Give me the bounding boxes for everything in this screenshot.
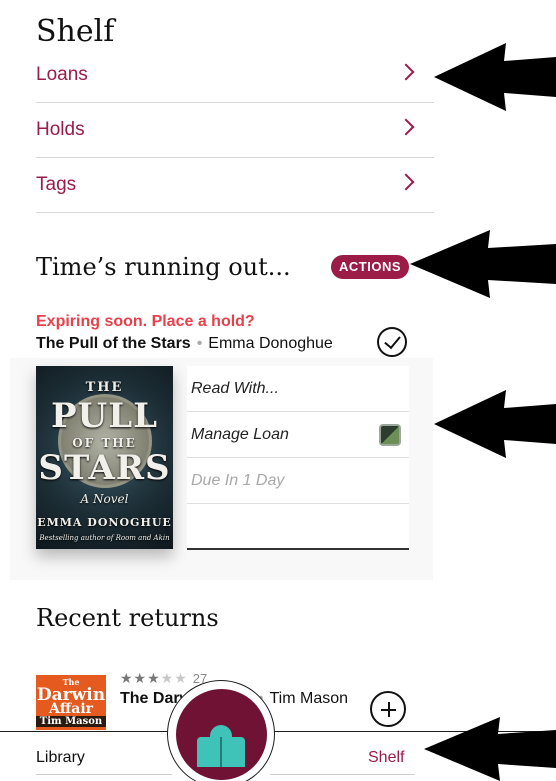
cover-text: Bestselling author of Room and Akin [39, 534, 170, 542]
menu-item-holds[interactable]: Holds [36, 103, 434, 158]
option-label: Manage Loan [191, 426, 289, 443]
chevron-right-icon [397, 173, 415, 191]
arrow-left-icon [434, 43, 556, 111]
book-author: Emma Donoghue [208, 335, 333, 352]
expiring-notice-link[interactable]: Expiring soon. Place a hold? [36, 313, 255, 331]
page-title: Shelf [36, 14, 115, 49]
arrow-left-icon [410, 230, 556, 298]
expiring-book-line: The Pull of the Stars • Emma Donoghue [36, 335, 333, 353]
chevron-right-icon [397, 63, 415, 81]
book-cover-darwin-affair[interactable]: The Darwin Affair Tim Mason [36, 675, 106, 730]
separator-dot: • [196, 335, 203, 352]
cover-text: PULL [50, 396, 159, 436]
manage-loan-option[interactable]: Manage Loan [187, 412, 409, 458]
book-author: Tim Mason [269, 690, 349, 707]
rating-stars: ★★★★★ 27 [120, 670, 207, 687]
cover-text: Affair [48, 701, 94, 717]
menu-item-loans[interactable]: Loans [36, 48, 434, 103]
menu-item-label: Holds [36, 119, 85, 140]
option-label: Read With... [191, 380, 279, 397]
read-with-option[interactable]: Read With... [187, 366, 409, 412]
section-title-expiring: Time’s running out... [36, 253, 291, 281]
book-cover-pull-of-the-stars[interactable]: THE PULL OF THE STARS A Novel EMMA DONOG… [36, 366, 173, 549]
section-title-recent: Recent returns [36, 604, 219, 632]
book-title: The Pull of the Stars [36, 335, 191, 352]
tab-library[interactable]: Library [36, 749, 85, 767]
actions-button[interactable]: ACTIONS [331, 255, 409, 279]
tab-shelf[interactable]: Shelf [368, 749, 404, 767]
arrow-left-icon [434, 390, 556, 458]
cover-text: A Novel [80, 492, 129, 506]
cover-text: THE [85, 380, 124, 395]
tab-underline [36, 774, 172, 775]
loan-status-icon [379, 424, 401, 446]
menu-item-tags[interactable]: Tags [36, 158, 434, 213]
tab-underline [270, 774, 415, 775]
menu-item-label: Tags [36, 174, 77, 195]
menu-item-label: Loans [36, 64, 88, 85]
star-empty-icon: ★★ [160, 670, 188, 686]
cover-text: Tim Mason [36, 716, 106, 727]
empty-option-row [187, 504, 409, 550]
cover-text: EMMA DONOGHUE [37, 516, 172, 529]
arrow-left-icon [424, 717, 556, 781]
check-circle-icon[interactable] [377, 327, 407, 357]
due-date-option: Due In 1 Day [187, 458, 409, 504]
cover-text: STARS [38, 448, 171, 488]
open-book-icon [197, 737, 245, 767]
due-date-label: Due In 1 Day [191, 472, 285, 489]
star-icon: ★★★ [120, 670, 161, 686]
chevron-right-icon [397, 118, 415, 136]
add-icon[interactable] [370, 691, 406, 727]
libby-fab-button[interactable] [176, 689, 267, 780]
